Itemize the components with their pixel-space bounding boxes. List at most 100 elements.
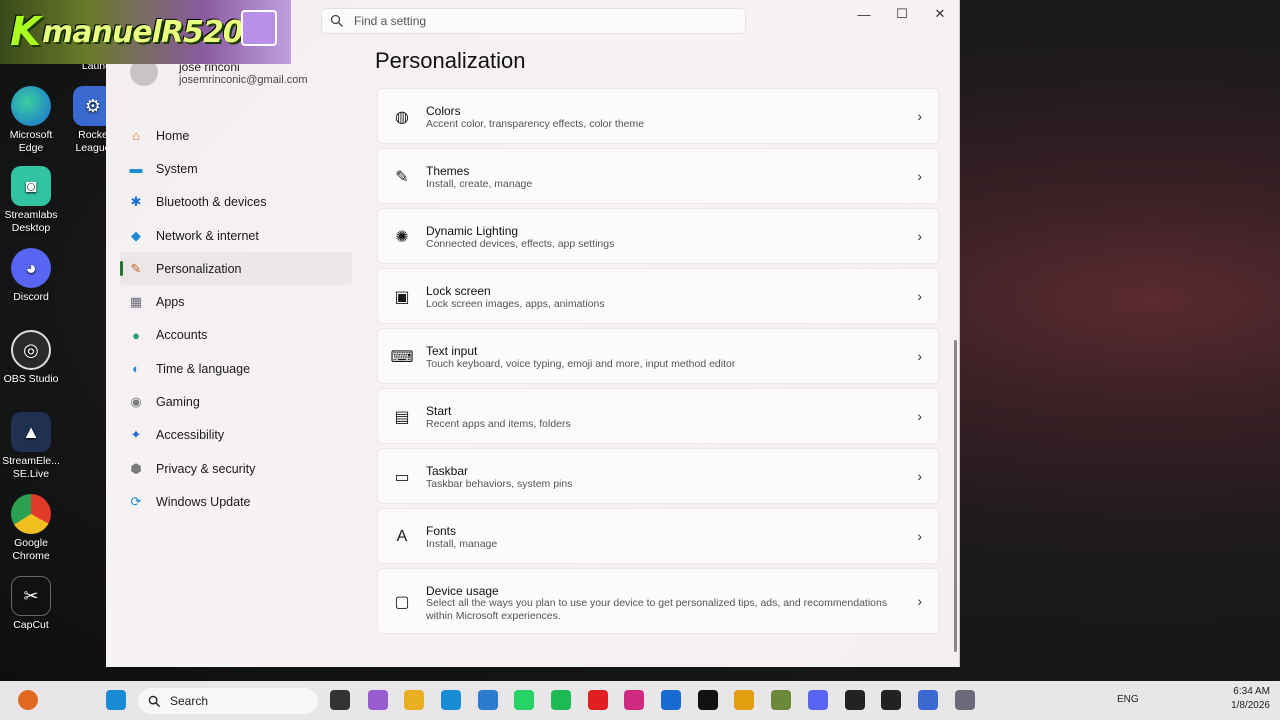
chevron-right-icon: › (917, 408, 922, 424)
sidebar-item-privacy-security[interactable]: ⬢ Privacy & security (120, 452, 352, 485)
spotify-icon[interactable] (551, 690, 571, 710)
obs-icon: ◎ (11, 330, 51, 370)
settings-card-fonts[interactable]: A Fonts Install, manage › (377, 508, 939, 564)
logo-text: manuelR520 (42, 14, 244, 50)
sidebar-item-accessibility[interactable]: ✦ Accessibility (120, 419, 352, 452)
twitch-icon (241, 10, 277, 46)
card-title: Dynamic Lighting (426, 224, 519, 238)
sidebar-item-accounts[interactable]: ● Accounts (120, 319, 352, 352)
brush-icon: ✎ (395, 169, 409, 186)
wifi-icon: ◆ (131, 227, 141, 243)
sidebar-item-label: Windows Update (156, 494, 251, 509)
edge-icon (11, 86, 51, 126)
edge-icon[interactable] (441, 690, 461, 710)
sidebar-item-label: Accounts (156, 328, 208, 343)
store-icon[interactable] (478, 690, 498, 710)
folder-icon[interactable] (404, 690, 424, 710)
bluetooth-icon: ✱ (130, 194, 142, 210)
windows-start-icon[interactable] (106, 690, 126, 710)
obs-icon[interactable] (845, 690, 865, 710)
desktop-icon-capcut[interactable]: ✂ CapCut (0, 576, 62, 632)
close-button[interactable]: ✕ (921, 4, 959, 24)
chevron-right-icon: › (917, 168, 922, 184)
settings-card-taskbar[interactable]: ▭ Taskbar Taskbar behaviors, system pins › (377, 448, 939, 504)
language-indicator[interactable]: ENG (1117, 694, 1139, 705)
chevron-right-icon: › (917, 108, 922, 124)
sidebar-item-time-language[interactable]: ◐ Time & language (120, 352, 352, 385)
maximize-button[interactable]: ☐ (883, 4, 921, 24)
desktop-icon-streamelements[interactable]: ▲ StreamEle... SE.Live (0, 412, 62, 481)
settings-card-colors[interactable]: ◍ Colors Accent color, transparency effect… (377, 88, 939, 144)
settings-card-dynamic-lighting[interactable]: ✺ Dynamic Lighting Connected devices, effe… (377, 208, 939, 264)
discord-icon: ◕ (11, 248, 51, 288)
instagram-icon[interactable] (624, 690, 644, 710)
sidebar-item-label: Personalization (156, 261, 242, 276)
clock[interactable]: 6:34 AM 1/8/2026 (1231, 685, 1270, 713)
streamelements-icon: ▲ (11, 412, 51, 452)
clock-date: 1/8/2026 (1231, 700, 1270, 711)
scrollbar[interactable] (954, 340, 957, 652)
sidebar-item-label: Accessibility (156, 428, 225, 443)
home-icon: ⌂ (132, 128, 140, 144)
sidebar-item-apps[interactable]: ▦ Apps (120, 285, 352, 318)
card-title: Themes (426, 164, 470, 178)
search-icon (330, 14, 343, 27)
search-icon (148, 695, 161, 707)
capcut-icon: ✂ (11, 576, 51, 616)
youtube-icon[interactable] (588, 690, 608, 710)
card-subtitle: Select all the ways you plan to use your… (426, 597, 888, 622)
file-explorer-icon[interactable] (330, 690, 350, 710)
copilot-icon[interactable] (368, 690, 388, 710)
card-subtitle: Accent color, transparency effects, colo… (426, 118, 645, 130)
clock-time: 6:34 AM (1233, 686, 1270, 697)
desktop-icon-google-chrome[interactable]: Google Chrome (0, 494, 62, 563)
whatsapp-icon[interactable] (514, 690, 534, 710)
sidebar-item-windows-update[interactable]: ⟳ Windows Update (120, 485, 352, 518)
shield-icon: ⬢ (130, 460, 142, 476)
settings-card-device-usage[interactable]: ▢ Device usage Select all the ways you pla… (377, 568, 939, 634)
chevron-right-icon: › (917, 528, 922, 544)
tiktok-icon[interactable] (698, 690, 718, 710)
sidebar-item-gaming[interactable]: ◉ Gaming (120, 385, 352, 418)
apps-icon: ▦ (129, 294, 143, 310)
epic-games-icon[interactable] (881, 690, 901, 710)
taskbar-search-label: Search (170, 694, 209, 708)
monitor-icon: ▬ (129, 161, 143, 177)
sidebar-item-personalization[interactable]: ✎ Personalization (120, 252, 352, 286)
card-subtitle: Install, create, manage (426, 178, 533, 190)
desktop-icon-obs-studio[interactable]: ◎ OBS Studio (0, 330, 62, 386)
settings-card-start[interactable]: ▤ Start Recent apps and items, folders › (377, 388, 939, 444)
desktop-icon-streamlabs[interactable]: ◙ Streamlabs Desktop (0, 166, 62, 235)
chrome-icon[interactable] (734, 690, 754, 710)
facebook-icon[interactable] (661, 690, 681, 710)
chevron-right-icon: › (917, 468, 922, 484)
search-input[interactable]: Find a setting (321, 8, 746, 34)
settings-icon[interactable] (955, 690, 975, 710)
sidebar-item-home[interactable]: ⌂ Home (120, 119, 352, 152)
user-email: josemrinconic@gmail.com (179, 74, 308, 86)
chrome-icon (11, 494, 51, 534)
card-subtitle: Install, manage (426, 538, 498, 550)
notification-app-icon[interactable] (18, 690, 38, 710)
sidebar-item-label: Apps (156, 295, 185, 310)
sidebar-item-network-internet[interactable]: ◆ Network & internet (120, 219, 352, 252)
palette-icon: ◍ (395, 109, 409, 126)
sidebar-item-label: Network & internet (156, 228, 259, 243)
settings-card-themes[interactable]: ✎ Themes Install, create, manage › (377, 148, 939, 204)
card-title: Start (426, 404, 452, 418)
globe-icon: ◐ (132, 361, 140, 377)
device-usage-icon: ▢ (394, 594, 410, 611)
taskbar-search[interactable]: Search (138, 688, 318, 714)
card-title: Lock screen (426, 284, 491, 298)
discord-icon[interactable] (808, 690, 828, 710)
card-title: Text input (426, 344, 478, 358)
desktop-icon-discord[interactable]: ◕ Discord (0, 248, 62, 304)
settings-card-lock-screen[interactable]: ▣ Lock screen Lock screen images, apps, an… (377, 268, 939, 324)
sidebar-item-system[interactable]: ▬ System (120, 152, 352, 185)
sidebar-item-bluetooth-devices[interactable]: ✱ Bluetooth & devices (120, 186, 352, 219)
desktop-icon-microsoft-edge[interactable]: Microsoft Edge (0, 86, 62, 155)
rocket-league-icon[interactable] (918, 690, 938, 710)
settings-card-text-input[interactable]: ⌨ Text input Touch keyboard, voice typing,… (377, 328, 939, 384)
minimize-button[interactable]: — (845, 4, 883, 24)
minecraft-icon[interactable] (771, 690, 791, 710)
